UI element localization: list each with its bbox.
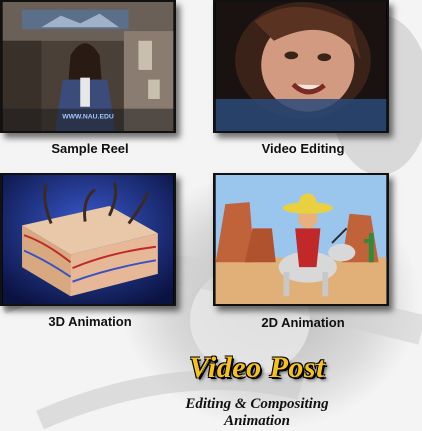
2d-animation-link[interactable]: 2D Animation [213,315,393,330]
video-editing-video-frame [215,2,387,131]
page-title: Video Post [189,351,325,384]
sample-reel-link[interactable]: Sample Reel [0,141,180,156]
subtitle-line-1: Editing & Compositing [185,396,329,412]
sample-reel-thumbnail[interactable]: WWW.NAU.EDU [0,0,176,133]
2d-animation-cartoon-frame [215,175,387,304]
2d-animation-thumbnail[interactable] [213,173,389,306]
video-editing-link[interactable]: Video Editing [213,141,393,156]
3d-animation-skin-model [2,175,174,304]
sample-reel-video-frame: WWW.NAU.EDU [2,2,174,131]
3d-animation-thumbnail[interactable] [0,173,176,306]
sample-reel-watermark: WWW.NAU.EDU [62,113,114,120]
3d-animation-link[interactable]: 3D Animation [0,314,180,329]
subtitle-line-2: Animation [224,413,290,429]
video-editing-thumbnail[interactable] [213,0,389,133]
